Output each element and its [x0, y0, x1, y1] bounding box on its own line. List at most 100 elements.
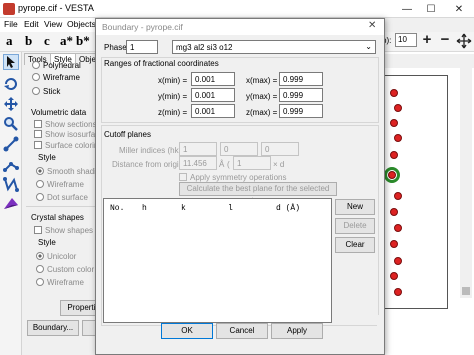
view-along-b-star-button[interactable]: b*	[76, 33, 90, 49]
menu-view[interactable]: View	[44, 19, 62, 29]
fit-view-icon[interactable]	[456, 33, 472, 49]
view-along-a-button[interactable]: a	[6, 33, 13, 49]
vesta-app-icon	[3, 3, 15, 15]
menu-bar: File Edit View Objects	[0, 18, 100, 32]
zmin-input[interactable]: 0.001	[191, 104, 235, 118]
radio-label: Dot surface	[47, 193, 88, 202]
vertical-scrollbar[interactable]	[460, 68, 472, 298]
atom	[390, 89, 398, 97]
radio-icon	[36, 265, 44, 273]
dihedral-tool-icon[interactable]	[3, 176, 19, 192]
checkbox-label: Apply symmetry operations	[190, 173, 287, 182]
rotate-tool-icon[interactable]	[3, 76, 19, 92]
radio-icon	[36, 278, 44, 286]
select-tool-icon[interactable]	[3, 54, 19, 70]
menu-objects[interactable]: Objects	[67, 19, 96, 29]
distance-suffix-label: × d	[273, 160, 285, 169]
zoom-step-input[interactable]: 10	[395, 33, 417, 47]
new-plane-button[interactable]: New	[335, 199, 375, 215]
crystal-style-title: Style	[38, 238, 56, 247]
distance-factor-input[interactable]: 1	[233, 156, 271, 170]
table-header-no: No.	[110, 204, 125, 213]
lattice-plane-tool-icon[interactable]	[3, 196, 19, 212]
cancel-button[interactable]: Cancel	[216, 323, 268, 339]
dot-surface-radio[interactable]: Dot surface	[36, 193, 88, 202]
style-option-wireframe[interactable]: Wireframe	[32, 73, 80, 82]
zmax-input[interactable]: 0.999	[279, 104, 323, 118]
dialog-title-bar: Boundary - pyrope.cif ✕	[96, 19, 384, 35]
atom	[394, 224, 402, 232]
radio-icon	[36, 193, 44, 201]
menu-file[interactable]: File	[4, 19, 18, 29]
custom-color-radio[interactable]: Custom color	[36, 265, 94, 274]
miller-h-input[interactable]: 1	[179, 142, 217, 156]
wireframe-radio[interactable]: Wireframe	[36, 180, 84, 189]
style-option-label: Wireframe	[43, 73, 80, 82]
xmin-input[interactable]: 0.001	[191, 72, 235, 86]
miller-k-input[interactable]: 0	[220, 142, 258, 156]
boundary-button[interactable]: Boundary...	[27, 320, 79, 336]
translate-tool-icon[interactable]	[3, 96, 19, 112]
menu-edit[interactable]: Edit	[24, 19, 39, 29]
atom	[390, 240, 398, 248]
ymin-input[interactable]: 0.001	[191, 88, 235, 102]
angle-tool-icon[interactable]	[3, 156, 19, 172]
delete-plane-button[interactable]: Delete	[335, 218, 375, 234]
ymax-input[interactable]: 0.999	[279, 88, 323, 102]
style-option-stick[interactable]: Stick	[32, 87, 60, 96]
close-icon[interactable]: ✕	[448, 0, 470, 18]
boundary-dialog: Boundary - pyrope.cif ✕ Phase: 1 mg3 al2…	[95, 18, 385, 355]
distance-input[interactable]: 11.456	[179, 156, 217, 170]
ymax-label: y(max) =	[246, 92, 278, 101]
table-header-l: l	[228, 204, 233, 213]
scrollbar-thumb[interactable]	[462, 287, 470, 295]
style-option-polyhedral[interactable]: Polyhedral	[32, 61, 81, 70]
xmax-input[interactable]: 0.999	[279, 72, 323, 86]
atom	[394, 257, 402, 265]
atom	[390, 151, 398, 159]
dialog-scrollbar[interactable]	[377, 315, 384, 353]
phase-spinbox[interactable]: 1	[126, 40, 158, 54]
checkbox-icon	[179, 173, 187, 181]
show-shapes-checkbox[interactable]: Show shapes	[34, 226, 93, 235]
distance-tool-icon[interactable]	[3, 136, 19, 152]
checkbox-icon	[34, 226, 42, 234]
maximize-icon[interactable]: ☐	[420, 0, 442, 18]
calculate-best-plane-button[interactable]: Calculate the best plane for the selecte…	[179, 182, 337, 205]
zmin-label: z(min) =	[158, 108, 188, 117]
checkbox-icon	[34, 120, 42, 128]
radio-icon	[32, 87, 40, 95]
viewer-toolbar	[378, 54, 474, 68]
miller-l-input[interactable]: 0	[261, 142, 299, 156]
crystal-wireframe-radio[interactable]: Wireframe	[36, 278, 84, 287]
apply-button[interactable]: Apply	[271, 323, 323, 339]
phase-dropdown[interactable]: mg3 al2 si3 o12 ⌄	[172, 40, 376, 54]
clear-planes-button[interactable]: Clear	[335, 237, 375, 253]
apply-symmetry-checkbox[interactable]: Apply symmetry operations	[179, 173, 286, 182]
style-option-label: Stick	[43, 87, 61, 96]
dialog-close-icon[interactable]: ✕	[368, 20, 376, 31]
magnify-tool-icon[interactable]	[3, 116, 19, 132]
atom	[388, 171, 396, 179]
radio-label: Custom color	[47, 265, 95, 274]
view-along-a-star-button[interactable]: a*	[60, 33, 73, 49]
cutoff-planes-table[interactable]: No. h k l d (Å)	[103, 198, 332, 323]
unicolor-radio[interactable]: Unicolor	[36, 252, 76, 261]
zoom-in-icon[interactable]: +	[420, 31, 434, 49]
ok-button[interactable]: OK	[161, 323, 213, 339]
surface-coloring-checkbox[interactable]: Surface coloring	[34, 141, 103, 150]
view-along-b-button[interactable]: b	[25, 33, 32, 49]
radio-icon	[32, 61, 40, 69]
structure-viewer[interactable]	[378, 52, 474, 355]
atom	[394, 192, 402, 200]
volumetric-group-title: Volumetric data	[31, 108, 87, 117]
tool-strip	[0, 52, 22, 355]
show-sections-checkbox[interactable]: Show sections	[34, 120, 97, 129]
view-along-c-button[interactable]: c	[44, 33, 50, 49]
show-isosurface-checkbox[interactable]: Show isosurface	[34, 130, 104, 139]
zoom-out-icon[interactable]: −	[438, 31, 452, 49]
atom	[394, 134, 402, 142]
minimize-icon[interactable]: —	[396, 0, 418, 18]
atom	[390, 272, 398, 280]
window-title: pyrope.cif - VESTA	[18, 3, 94, 13]
